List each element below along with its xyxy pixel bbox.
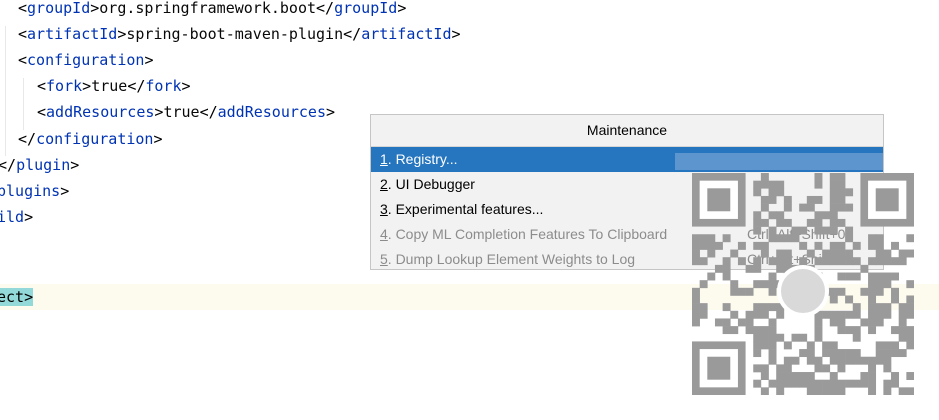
code-token: true	[163, 103, 200, 121]
code-line-fork[interactable]: <fork>true</fork>	[37, 73, 191, 99]
code-token: >	[24, 208, 34, 226]
menu-item-mnemonic: 5	[380, 251, 388, 267]
code-token: >	[90, 0, 100, 17]
menu-item-label: . Dump Lookup Element Weights to Log	[387, 251, 636, 267]
code-token: artifactId	[361, 25, 452, 43]
code-token: <	[18, 25, 28, 43]
code-token: <	[18, 51, 28, 69]
code-line-configuration-close[interactable]: </configuration>	[18, 126, 163, 152]
code-token: spring-boot-maven-plugin	[126, 25, 344, 43]
code-token: >	[397, 0, 407, 17]
code-token: ect>	[0, 288, 34, 306]
indent-guide	[23, 78, 24, 130]
code-token: addResources	[46, 103, 155, 121]
popup-title: Maintenance	[371, 115, 883, 147]
code-line-artifact-id[interactable]: <artifactId>spring-boot-maven-plugin</ar…	[18, 21, 461, 47]
code-token: <	[37, 103, 47, 121]
code-token: </	[316, 0, 335, 17]
code-token: fork	[46, 77, 83, 95]
code-token: >	[326, 103, 336, 121]
code-line-plugin-close[interactable]: </plugin>	[0, 152, 79, 178]
code-token: >	[451, 25, 461, 43]
code-token: >	[82, 77, 92, 95]
code-token: plugins	[0, 182, 61, 200]
code-token: ild	[0, 208, 25, 226]
code-line-configuration-open[interactable]: <configuration>	[18, 47, 153, 73]
code-token: <	[37, 77, 47, 95]
menu-item-mnemonic: 1	[380, 151, 388, 167]
code-line-group-id[interactable]: <groupId>org.springframework.boot</group…	[18, 0, 406, 21]
qr-code-icon	[692, 173, 914, 395]
code-token: </	[199, 103, 218, 121]
menu-item-label: . Registry...	[387, 151, 458, 167]
code-line-build-close[interactable]: ild>	[0, 204, 33, 230]
code-token: configuration	[36, 130, 154, 148]
code-token: >	[60, 182, 70, 200]
code-line-add-resources[interactable]: <addResources>true</addResources>	[37, 99, 335, 125]
code-token: configuration	[27, 51, 145, 69]
code-token: >	[153, 130, 163, 148]
menu-item-label: . Copy ML Completion Features To Clipboa…	[387, 226, 668, 242]
code-token: </	[127, 77, 146, 95]
code-token: </	[0, 156, 17, 174]
code-token: >	[144, 51, 154, 69]
menu-item-registry[interactable]: 1. Registry...	[371, 147, 883, 172]
code-token: plugin	[16, 156, 71, 174]
menu-item-mnemonic: 4	[380, 226, 388, 242]
menu-item-label: . Experimental features...	[387, 201, 544, 217]
code-token: >	[181, 77, 191, 95]
code-token: groupId	[334, 0, 398, 17]
menu-item-mnemonic: 3	[380, 201, 388, 217]
code-token: fork	[145, 77, 182, 95]
indent-guide	[5, 26, 6, 156]
code-token: >	[70, 156, 80, 174]
code-line-project-close[interactable]: ect>	[0, 284, 34, 310]
code-token: artifactId	[27, 25, 118, 43]
code-token: <	[18, 0, 28, 17]
code-token: org.springframework.boot	[99, 0, 317, 17]
code-token: </	[18, 130, 37, 148]
qr-code-graphic	[692, 173, 914, 395]
selection-accent	[675, 153, 883, 170]
code-line-plugins-close[interactable]: plugins>	[0, 178, 69, 204]
code-token: addResources	[217, 103, 326, 121]
code-token: </	[343, 25, 362, 43]
code-token: true	[91, 77, 128, 95]
code-token: groupId	[27, 0, 91, 17]
menu-item-mnemonic: 2	[380, 176, 388, 192]
menu-item-label: . UI Debugger	[387, 176, 475, 192]
